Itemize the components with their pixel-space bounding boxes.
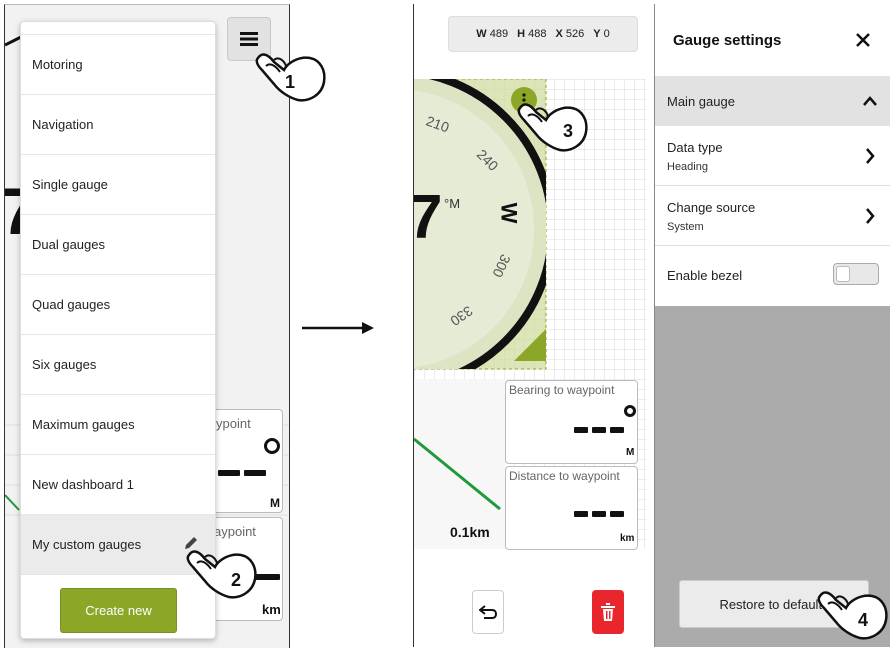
distance-to-waypoint-card[interactable]: Distance to waypoint km (505, 466, 638, 550)
chevron-right-icon (866, 208, 875, 224)
chevron-right-icon (866, 148, 875, 164)
enable-bezel-row: Enable bezel (655, 246, 890, 306)
bearing-card-partial: ypoint M (209, 409, 283, 513)
data-type-row[interactable]: Data type Heading (655, 126, 890, 186)
compass-tick-west: W (496, 202, 522, 224)
waypoint-icon (624, 405, 636, 417)
undo-icon (479, 605, 497, 619)
menu-item-navigation[interactable]: Navigation (21, 95, 215, 155)
map-scale: 0.1km (450, 524, 490, 540)
delete-button[interactable] (592, 590, 624, 634)
close-icon[interactable] (855, 32, 871, 48)
dimension-readout: W 489 H 488 X 526 Y 0 (448, 16, 638, 52)
hamburger-icon (240, 32, 258, 46)
panel-header: Gauge settings (655, 4, 890, 76)
menu-item-maximum-gauges[interactable]: Maximum gauges (21, 395, 215, 455)
menu-item-quad-gauges[interactable]: Quad gauges (21, 275, 215, 335)
pointing-hand-icon-2 (186, 550, 257, 599)
undo-button[interactable] (472, 590, 504, 634)
right-screenshot: W 489 H 488 X 526 Y 0 210 240 W 300 330 … (413, 4, 890, 647)
bezel-toggle[interactable] (833, 263, 879, 285)
pointing-hand-icon-3 (517, 103, 588, 152)
section-main-gauge[interactable]: Main gauge (655, 76, 890, 126)
pointing-hand-icon-4 (817, 591, 888, 640)
chevron-up-icon (863, 96, 877, 106)
waypoint-icon (264, 438, 280, 454)
menu-item-single-gauge[interactable]: Single gauge (21, 155, 215, 215)
change-source-row[interactable]: Change source System (655, 186, 890, 246)
toggle-knob (836, 266, 850, 282)
menu-item-six-gauges[interactable]: Six gauges (21, 335, 215, 395)
trash-icon (601, 603, 615, 621)
menu-item-new-dashboard-1[interactable]: New dashboard 1 (21, 455, 215, 515)
arrow-right-icon (302, 322, 374, 334)
step-2-label: 2 (231, 570, 242, 590)
bearing-to-waypoint-card[interactable]: Bearing to waypoint M (505, 380, 638, 464)
create-new-button[interactable]: Create new (60, 588, 177, 633)
heading-unit: °M (444, 196, 461, 211)
step-4-label: 4 (858, 610, 869, 630)
gauge-settings-panel: Gauge settings Main gauge Data type Head… (654, 4, 890, 647)
heading-value: 7 (414, 182, 442, 253)
step-1-label: 1 (285, 72, 296, 92)
menu-item-motoring[interactable]: Motoring (21, 35, 215, 95)
step-3-label: 3 (563, 121, 574, 141)
menu-item-dual-gauges[interactable]: Dual gauges (21, 215, 215, 275)
panel-title: Gauge settings (673, 32, 782, 49)
